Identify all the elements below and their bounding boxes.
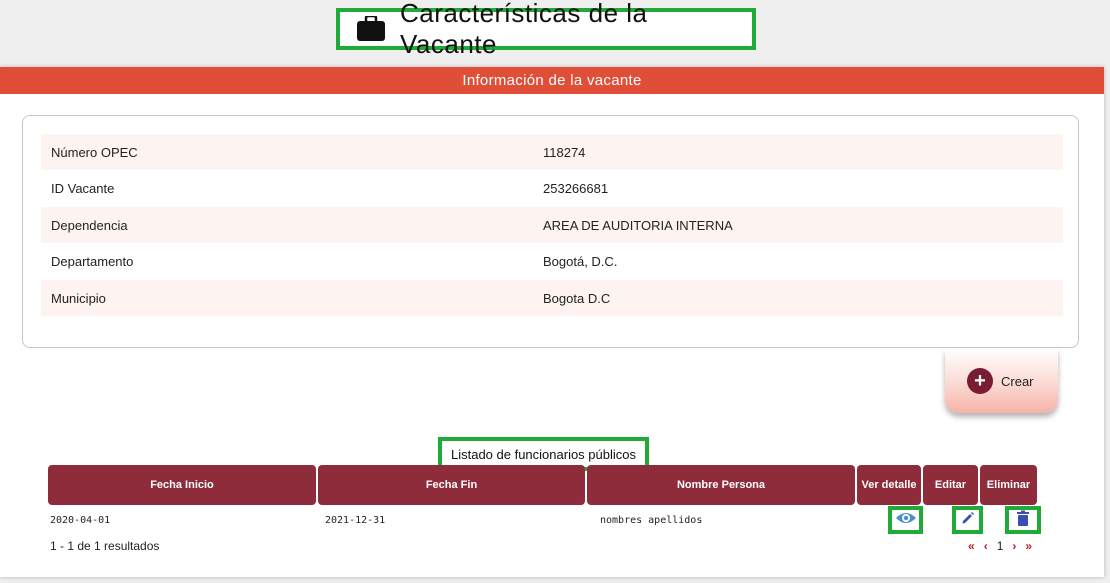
- info-value: Bogota D.C: [543, 290, 611, 306]
- info-row-id-vacante: ID Vacante 253266681: [41, 170, 1063, 206]
- current-page[interactable]: 1: [997, 539, 1004, 553]
- info-row-departamento: Departamento Bogotá, D.C.: [41, 243, 1063, 279]
- info-value: 118274: [543, 144, 586, 160]
- column-header-eliminar[interactable]: Eliminar: [980, 465, 1037, 505]
- cell-fecha-fin: 2021-12-31: [325, 515, 386, 526]
- info-value: AREA DE AUDITORIA INTERNA: [543, 217, 733, 233]
- create-button[interactable]: + Crear: [945, 349, 1058, 413]
- info-row-dependencia: Dependencia AREA DE AUDITORIA INTERNA: [41, 207, 1063, 243]
- vacancy-card: Información de la vacante Número OPEC 11…: [0, 67, 1104, 577]
- vacancy-info-box: Número OPEC 118274 ID Vacante 253266681 …: [22, 115, 1079, 348]
- column-header-nombre-persona[interactable]: Nombre Persona: [587, 465, 855, 505]
- trash-icon: [1016, 510, 1030, 531]
- last-page-button[interactable]: »: [1025, 539, 1032, 553]
- info-row-opec: Número OPEC 118274: [41, 134, 1063, 170]
- results-count: 1 - 1 de 1 resultados: [50, 539, 160, 553]
- briefcase-icon: [356, 14, 386, 42]
- column-header-ver-detalle[interactable]: Ver detalle: [857, 465, 921, 505]
- info-value: Bogotá, D.C.: [543, 253, 618, 269]
- next-page-button[interactable]: ›: [1012, 539, 1016, 553]
- view-detail-button[interactable]: [888, 506, 923, 534]
- pencil-icon: [961, 511, 975, 530]
- page-title: Características de la Vacante: [336, 0, 756, 59]
- first-page-button[interactable]: «: [968, 539, 975, 553]
- info-row-municipio: Municipio Bogota D.C: [41, 280, 1063, 316]
- cell-nombre-persona: nombres apellidos: [600, 515, 703, 526]
- delete-button[interactable]: [1005, 506, 1041, 534]
- eye-icon: [895, 511, 917, 530]
- card-header: Información de la vacante: [0, 67, 1104, 94]
- page-title-text: Características de la Vacante: [400, 0, 648, 59]
- plus-icon: +: [967, 368, 993, 394]
- prev-page-button[interactable]: ‹: [984, 539, 988, 553]
- create-button-label: Crear: [1001, 373, 1034, 389]
- cell-fecha-inicio: 2020-04-01: [50, 515, 111, 526]
- info-label: Número OPEC: [51, 144, 138, 160]
- edit-button[interactable]: [952, 506, 983, 534]
- info-label: ID Vacante: [51, 180, 115, 196]
- column-header-fecha-fin[interactable]: Fecha Fin: [318, 465, 585, 505]
- info-label: Departamento: [51, 253, 134, 269]
- column-header-fecha-inicio[interactable]: Fecha Inicio: [48, 465, 316, 505]
- column-header-editar[interactable]: Editar: [923, 465, 978, 505]
- pagination: « ‹ 1 › »: [968, 539, 1032, 553]
- info-label: Municipio: [51, 290, 106, 306]
- info-label: Dependencia: [51, 217, 128, 233]
- info-value: 253266681: [543, 180, 609, 196]
